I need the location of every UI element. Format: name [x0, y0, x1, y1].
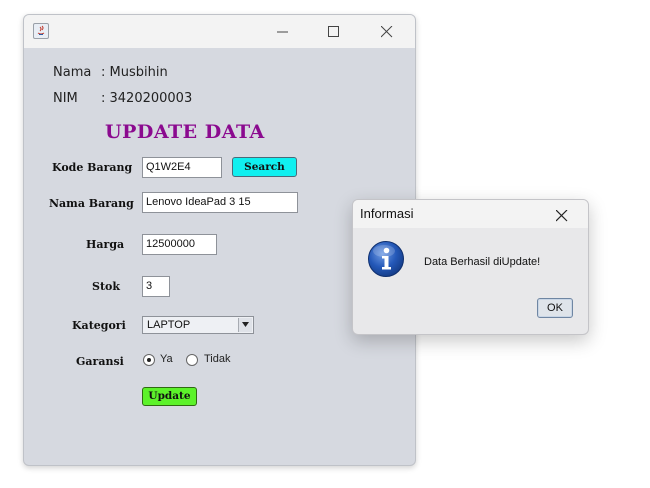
garansi-ya-radio[interactable]	[143, 354, 155, 366]
kategori-label: Kategori	[72, 319, 126, 332]
dialog-close-button[interactable]	[555, 207, 570, 222]
dropdown-arrow[interactable]	[238, 318, 252, 332]
stok-label: Stok	[92, 280, 120, 293]
garansi-label: Garansi	[76, 355, 124, 368]
kode-barang-label: Kode Barang	[52, 161, 133, 174]
harga-input[interactable]: 12500000	[142, 234, 217, 255]
name-label: Nama	[53, 65, 92, 80]
java-app-icon	[33, 23, 49, 39]
page-title: UPDATE DATA	[105, 121, 265, 143]
dialog-title-bar: Informasi	[353, 200, 588, 228]
info-icon	[368, 241, 404, 277]
minimize-button[interactable]	[260, 15, 306, 48]
close-button[interactable]	[364, 15, 410, 48]
title-bar	[24, 15, 415, 48]
close-icon	[555, 209, 568, 222]
kategori-selected-value: LAPTOP	[147, 319, 191, 331]
minimize-icon	[277, 31, 288, 33]
garansi-tidak-radio[interactable]	[186, 354, 198, 366]
kode-barang-input[interactable]: Q1W2E4	[142, 157, 222, 178]
chevron-down-icon	[242, 322, 249, 327]
nim-value: : 3420200003	[101, 91, 193, 106]
kategori-select[interactable]: LAPTOP	[142, 316, 254, 334]
search-button[interactable]: Search	[232, 157, 297, 177]
name-value: : Musbihin	[101, 65, 168, 80]
nama-barang-label: Nama Barang	[49, 197, 134, 210]
nim-label: NIM	[53, 91, 78, 106]
info-dialog: Informasi Data Berhasil diUpdate! OK	[352, 199, 589, 335]
maximize-button[interactable]	[311, 15, 357, 48]
update-button[interactable]: Update	[142, 387, 197, 406]
dialog-title: Informasi	[360, 206, 414, 221]
dialog-message: Data Berhasil diUpdate!	[424, 256, 541, 268]
stok-input[interactable]: 3	[142, 276, 170, 297]
close-icon	[381, 26, 393, 38]
harga-label: Harga	[86, 238, 125, 251]
ok-button[interactable]: OK	[537, 298, 573, 318]
garansi-ya-label[interactable]: Ya	[160, 353, 173, 365]
nama-barang-input[interactable]: Lenovo IdeaPad 3 15	[142, 192, 298, 213]
garansi-tidak-label[interactable]: Tidak	[204, 353, 231, 365]
radio-selected-dot	[147, 358, 151, 362]
maximize-icon	[328, 26, 339, 37]
